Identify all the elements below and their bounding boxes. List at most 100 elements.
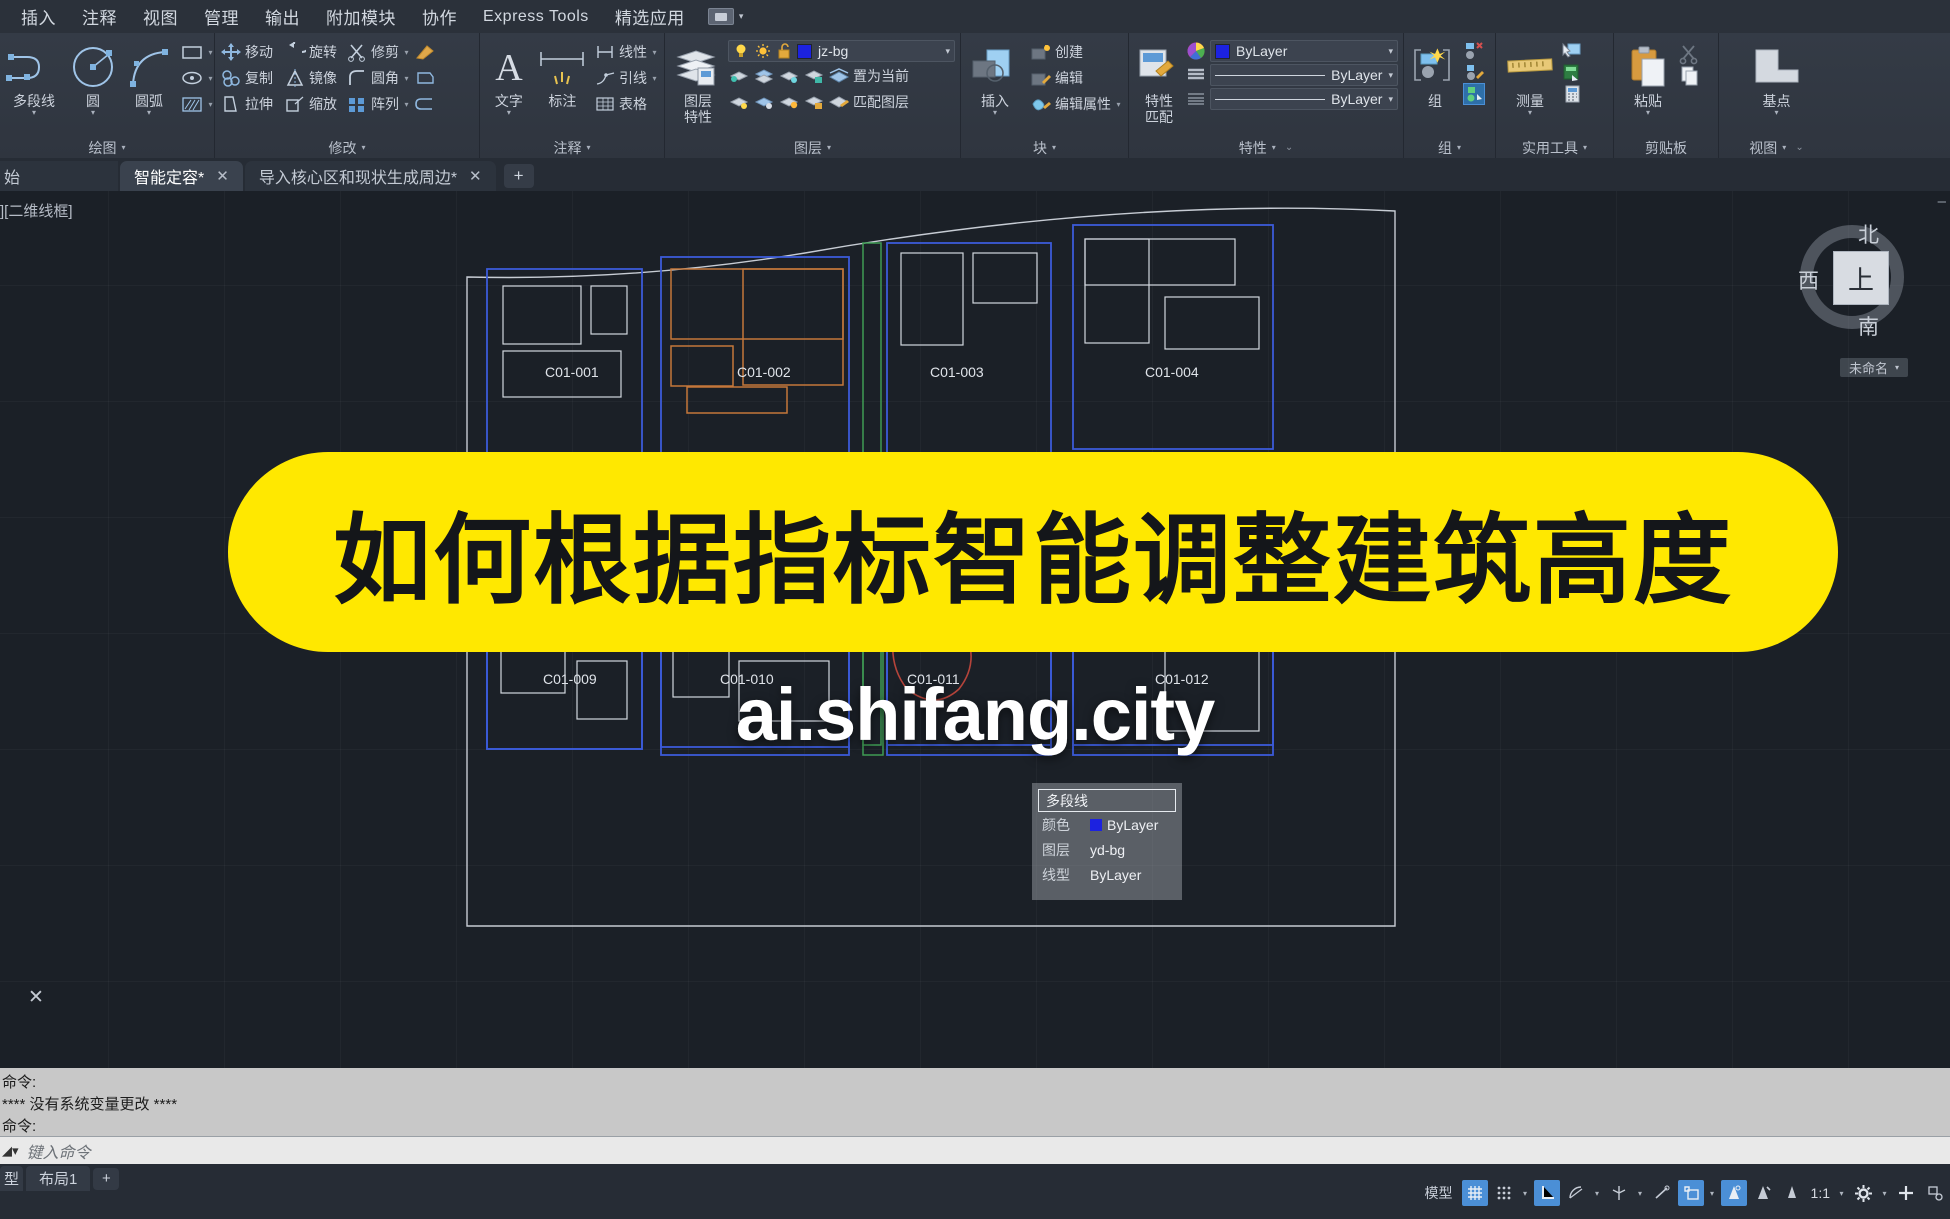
menu-item-view[interactable]: 视图 — [130, 2, 191, 31]
panel-title-annotation[interactable]: 注释 ▾ — [485, 137, 659, 158]
chevron-down-icon[interactable]: ▾ — [827, 143, 831, 152]
layout-tab-layout1[interactable]: 布局1 — [26, 1166, 91, 1191]
chevron-down-icon[interactable]: ▾ — [507, 109, 511, 117]
circle-button[interactable]: 圆 ▾ — [65, 39, 121, 117]
scale-label[interactable]: 缩放 — [309, 94, 337, 114]
linetype-selector[interactable]: ByLayer ▾ — [1210, 64, 1398, 86]
workspace-switch-icon[interactable] — [707, 8, 734, 25]
chevron-down-icon[interactable]: ▾ — [1052, 143, 1056, 152]
hatch-button[interactable]: ▾ — [181, 91, 215, 117]
linear-dim-button[interactable]: 线性 ▾ — [594, 39, 659, 65]
layer-properties-button[interactable]: 图层 特性 — [670, 39, 726, 125]
view-cube-south-label[interactable]: 南 — [1858, 311, 1879, 341]
grid-display-icon[interactable] — [1461, 1180, 1488, 1206]
layer-freeze-icon[interactable] — [778, 65, 800, 87]
panel-title-layers[interactable]: 图层 ▾ — [670, 137, 955, 158]
menu-item-express-tools[interactable]: Express Tools — [470, 6, 602, 28]
menu-item-output[interactable]: 输出 — [252, 2, 313, 31]
chevron-down-icon[interactable]: ▾ — [1457, 143, 1461, 152]
chevron-down-icon[interactable]: ▾ — [1528, 109, 1532, 117]
chevron-down-icon[interactable]: ▾ — [1388, 94, 1393, 105]
layer-unlock-icon[interactable] — [803, 91, 825, 113]
lineweight-show-icon[interactable] — [1720, 1180, 1747, 1206]
chevron-down-icon[interactable]: ▾ — [1520, 1189, 1531, 1198]
close-icon[interactable]: ✕ — [216, 167, 229, 185]
chevron-down-icon[interactable]: ▾ — [1583, 143, 1587, 152]
layer-isolate-icon[interactable] — [728, 65, 750, 87]
object-snap-tracking-icon[interactable] — [1649, 1180, 1675, 1206]
chevron-down-icon[interactable]: ▾ — [650, 48, 659, 57]
menu-item-addins[interactable]: 附加模块 — [313, 2, 409, 31]
edit-block-button[interactable]: 编辑 — [1030, 65, 1123, 91]
panel-title-properties[interactable]: 特性 ▾ ⌄ — [1134, 137, 1398, 158]
polar-tracking-icon[interactable] — [1563, 1180, 1589, 1206]
stretch-icon[interactable] — [220, 93, 242, 115]
menu-item-collaborate[interactable]: 协作 — [409, 2, 470, 31]
lightbulb-icon[interactable] — [733, 43, 749, 59]
color-wheel-icon[interactable] — [1186, 41, 1206, 61]
layer-make-current-icon[interactable] — [828, 65, 850, 87]
sun-icon[interactable] — [755, 43, 771, 59]
file-tab-start[interactable]: 始 — [0, 161, 118, 191]
chevron-down-icon[interactable]: ▾ — [1646, 109, 1650, 117]
quick-properties-row-color[interactable]: 颜色 ByLayer — [1032, 812, 1182, 837]
rotate-label[interactable]: 旋转 — [309, 42, 337, 62]
customization-gear-icon[interactable] — [1850, 1180, 1876, 1206]
command-line-area[interactable]: 命令: **** 没有系统变量更改 **** 命令: ◢▾ 键入命令 — [0, 1068, 1950, 1164]
quick-calc-green-icon[interactable] — [1561, 61, 1583, 83]
copy-clip-icon[interactable] — [1679, 65, 1701, 87]
scale-icon[interactable] — [284, 93, 306, 115]
chevron-down-icon[interactable]: ▾ — [1114, 100, 1123, 109]
rotate-icon[interactable] — [284, 41, 306, 63]
panel-title-utilities[interactable]: 实用工具 ▾ — [1501, 137, 1608, 158]
create-block-button[interactable]: 创建 — [1030, 39, 1123, 65]
view-cube-west-label[interactable]: 西 — [1798, 265, 1819, 295]
rectangle-button[interactable]: ▾ — [181, 39, 215, 65]
group-selection-on-icon[interactable] — [1463, 83, 1485, 105]
isometric-draft-icon[interactable] — [1606, 1180, 1632, 1206]
panel-title-clipboard[interactable]: 剪贴板 — [1619, 137, 1713, 158]
chevron-down-icon[interactable]: ▾ — [91, 109, 95, 117]
viewport-label[interactable]: ][二维线框] — [0, 200, 73, 221]
erase-icon[interactable] — [414, 41, 436, 63]
selection-cycling-icon[interactable] — [1779, 1180, 1805, 1206]
menu-item-featured-apps[interactable]: 精选应用 — [602, 2, 698, 31]
chevron-down-icon[interactable]: ▾ — [361, 143, 365, 152]
chevron-down-icon[interactable]: ▾ — [402, 100, 411, 109]
snap-mode-icon[interactable] — [1491, 1180, 1517, 1206]
annotation-scale-value[interactable]: 1:1 — [1808, 1185, 1833, 1201]
chevron-down-icon[interactable]: ▾ — [32, 109, 36, 117]
view-cube[interactable]: 上 北 南 西 未命名 ▾ — [1792, 203, 1922, 377]
quick-properties-row-layer[interactable]: 图层 yd-bg — [1032, 837, 1182, 862]
copy-icon[interactable] — [220, 67, 242, 89]
command-input-row[interactable]: ◢▾ 键入命令 — [0, 1136, 1950, 1164]
chevron-down-icon[interactable]: ▾ — [1895, 363, 1899, 372]
layer-thaw-icon[interactable] — [778, 91, 800, 113]
chevron-down-icon[interactable]: ▾ — [1836, 1189, 1847, 1198]
chevron-down-icon[interactable]: ▾ — [650, 74, 659, 83]
layer-unisolate-icon[interactable] — [753, 65, 775, 87]
object-snap-icon[interactable] — [1677, 1180, 1704, 1206]
chevron-down-icon[interactable]: ▾ — [206, 100, 215, 109]
mirror-label[interactable]: 镜像 — [309, 68, 337, 88]
chevron-down-icon[interactable]: ▾ — [1635, 1189, 1646, 1198]
transparency-icon[interactable] — [1750, 1180, 1776, 1206]
chevron-down-icon[interactable]: ▾ — [1272, 143, 1276, 152]
measure-button[interactable]: 测量 ▾ — [1501, 39, 1559, 117]
chevron-down-icon[interactable]: ▾ — [402, 74, 411, 83]
array-icon[interactable] — [346, 93, 368, 115]
copy-label[interactable]: 复制 — [245, 68, 273, 88]
polyline-button[interactable]: 多段线 ▾ — [5, 39, 63, 117]
array-label[interactable]: 阵列 — [371, 94, 399, 114]
layout-tab-model[interactable]: 型 — [0, 1166, 24, 1191]
named-view-selector[interactable]: 未命名 ▾ — [1840, 358, 1909, 377]
close-icon[interactable]: ✕ — [28, 986, 44, 1009]
layer-color-swatch[interactable] — [797, 43, 812, 59]
color-selector[interactable]: ByLayer ▾ — [1210, 40, 1398, 62]
stretch-label[interactable]: 拉伸 — [245, 94, 273, 114]
match-properties-button[interactable]: 特性 匹配 — [1134, 39, 1184, 125]
add-layout-button[interactable]: + — [93, 1167, 120, 1190]
quick-select-icon[interactable] — [1561, 39, 1583, 61]
layer-on-icon[interactable] — [728, 91, 750, 113]
trim-icon[interactable] — [346, 41, 368, 63]
